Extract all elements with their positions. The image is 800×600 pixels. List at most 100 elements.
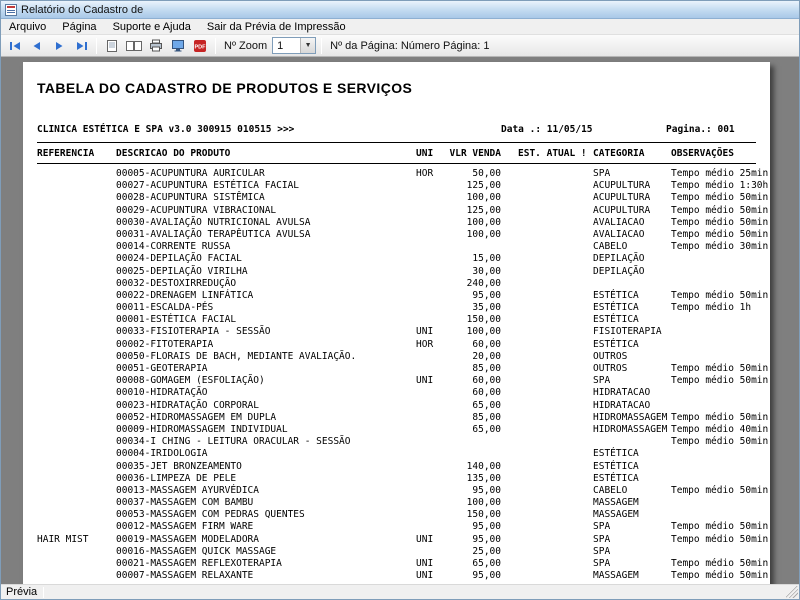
- cell-desc: 00032-DESTOXIRREDUÇÃO: [116, 277, 237, 289]
- table-row: 00016-MASSAGEM QUICK MASSAGE 25,00 SPA: [23, 546, 770, 558]
- zoom-value: 1: [277, 39, 284, 52]
- status-text: Prévia: [6, 586, 38, 598]
- cell-desc: 00033-FISIOTERAPIA - SESSÃO: [116, 326, 271, 338]
- dropdown-arrow-icon[interactable]: ▼: [300, 38, 316, 53]
- cell-cat: MASSAGEM: [593, 509, 639, 521]
- table-row: 00013-MASSAGEM AYURVÉDICA 95,00 CABELO Temp…: [23, 485, 770, 497]
- cell-cat: SPA: [593, 533, 611, 545]
- statusbar: Prévia: [1, 584, 799, 599]
- last-page-button[interactable]: [71, 37, 91, 55]
- two-page-view-button[interactable]: [124, 37, 144, 55]
- menu-pagina[interactable]: Página: [54, 20, 104, 34]
- screen-view-button[interactable]: [168, 37, 188, 55]
- cell-vlr: 135,00: [466, 472, 501, 484]
- cell-cat: ACUPULTURA: [593, 180, 651, 192]
- cell-desc: 00034-I CHING - LEITURA ORACULAR - SESSÃ…: [116, 436, 351, 448]
- screen-view-icon: [171, 39, 185, 52]
- next-page-icon: [53, 40, 65, 52]
- single-page-view-button[interactable]: [102, 37, 122, 55]
- cell-vlr: 240,00: [466, 277, 501, 289]
- column-header-descricao: DESCRICAO DO PRODUTO: [116, 148, 231, 159]
- table-row: 00004-IRIDOLOGIA ESTÉTICA: [23, 448, 770, 460]
- table-row: 00050-FLORAIS DE BACH, MEDIANTE AVALIAÇÃ…: [23, 351, 770, 363]
- cell-cat: MASSAGEM: [593, 497, 639, 509]
- zoom-label: Nº Zoom: [224, 39, 268, 52]
- resize-grip-icon[interactable]: [786, 586, 798, 598]
- cell-vlr: 95,00: [472, 570, 501, 582]
- column-header-observacoes: OBSERVAÇÕES: [671, 148, 734, 159]
- table-row: 00036-LIMPEZA DE PELE 135,00 ESTÉTICA: [23, 473, 770, 485]
- column-header-categoria: CATEGORIA: [593, 148, 645, 159]
- cell-vlr: 125,00: [466, 180, 501, 192]
- next-page-button[interactable]: [49, 37, 69, 55]
- cell-obs: Tempo médio 50min: [671, 375, 769, 387]
- cell-vlr: 125,00: [466, 204, 501, 216]
- single-page-icon: [106, 39, 118, 53]
- cell-vlr: 60,00: [472, 387, 501, 399]
- table-row: 00012-MASSAGEM FIRM WARE 95,00 SPA Tempo mé…: [23, 521, 770, 533]
- menu-arquivo[interactable]: Arquivo: [1, 20, 54, 34]
- table-row: 00023-HIDRATAÇÃO CORPORAL 65,00 HIDRATACAO: [23, 400, 770, 412]
- export-pdf-button[interactable]: PDF: [190, 37, 210, 55]
- cell-vlr: 100,00: [466, 192, 501, 204]
- cell-desc: 00031-AVALIAÇÃO TERAPÊUTICA AVULSA: [116, 228, 311, 240]
- cell-vlr: 65,00: [472, 558, 501, 569]
- cell-obs: Tempo médio 50min: [671, 533, 769, 545]
- report-page-number: Pagina.: 001: [666, 124, 735, 135]
- table-row: 00033-FISIOTERAPIA - SESSÃO UNI 100,00 FISI…: [23, 326, 770, 338]
- cell-obs: Tempo médio 25min: [671, 168, 769, 179]
- table-row: 00008-GOMAGEM (ESFOLIAÇÃO) UNI 60,00 SPA Tem…: [23, 375, 770, 387]
- cell-cat: SPA: [593, 545, 611, 557]
- table-row: 00010-HIDRATAÇÃO 60,00 HIDRATACAO: [23, 387, 770, 399]
- cell-cat: SPA: [593, 521, 611, 533]
- cell-desc: 00023-HIDRATAÇÃO CORPORAL: [116, 399, 259, 411]
- cell-desc: 00050-FLORAIS DE BACH, MEDIANTE AVALIAÇÃ…: [116, 350, 357, 362]
- cell-vlr: 65,00: [472, 423, 501, 435]
- cell-desc: 00011-ESCALDA-PÉS: [116, 302, 214, 314]
- previous-page-button[interactable]: [27, 37, 47, 55]
- table-row: 00022-DRENAGEM LINFÁTICA 95,00 ESTÉTICA Tem…: [23, 290, 770, 302]
- cell-cat: ACUPULTURA: [593, 204, 651, 216]
- table-row: 00035-JET BRONZEAMENTO 140,00 ESTÉTICA: [23, 461, 770, 473]
- cell-vlr: 95,00: [472, 289, 501, 301]
- cell-desc: 00010-HIDRATAÇÃO: [116, 387, 208, 399]
- cell-obs: Tempo médio 50min: [671, 204, 769, 216]
- cell-obs: Tempo médio 50min: [671, 436, 769, 448]
- header-rule: [37, 163, 756, 164]
- menu-sair-da-previa[interactable]: Sair da Prévia de Impressão: [199, 20, 354, 34]
- print-button[interactable]: [146, 37, 166, 55]
- zoom-select[interactable]: 1 ▼: [272, 37, 317, 54]
- table-row: 00011-ESCALDA-PÉS 35,00 ESTÉTICA Tempo médi…: [23, 302, 770, 314]
- cell-vlr: 100,00: [466, 216, 501, 228]
- cell-cat: HIDRATACAO: [593, 387, 651, 399]
- cell-cat: DEPILAÇÃO: [593, 265, 645, 277]
- menu-suporte-e-ajuda[interactable]: Suporte e Ajuda: [105, 20, 199, 34]
- column-header-vlr-venda: VLR VENDA: [449, 148, 501, 159]
- cell-desc: 00036-LIMPEZA DE PELE: [116, 472, 237, 484]
- cell-desc: 00029-ACUPUNTURA VIBRACIONAL: [116, 204, 277, 216]
- cell-desc: 00007-MASSAGEM RELAXANTE: [116, 570, 254, 582]
- cell-desc: 00001-ESTÉTICA FACIAL: [116, 314, 237, 326]
- table-row: 00037-MASSAGEM COM BAMBU 100,00 MASSAGEM: [23, 497, 770, 509]
- two-page-icon: [126, 39, 142, 53]
- cell-desc: 00004-IRIDOLOGIA: [116, 448, 208, 460]
- window-title: Relatório do Cadastro de: [21, 3, 144, 16]
- toolbar-separator: [215, 37, 216, 54]
- cell-vlr: 140,00: [466, 460, 501, 472]
- cell-obs: Tempo médio 50min: [671, 411, 769, 423]
- titlebar[interactable]: Relatório do Cadastro de: [1, 1, 799, 19]
- cell-cat: HIDROMASSAGEM: [593, 423, 668, 435]
- cell-cat: HIDROMASSAGEM: [593, 411, 668, 423]
- cell-ref: HAIR MIST: [37, 533, 89, 545]
- header-rule: [37, 142, 756, 143]
- cell-desc: 00002-FITOTERAPIA: [116, 338, 214, 350]
- cell-cat: OUTROS: [593, 350, 628, 362]
- table-row: 00052-HIDROMASSAGEM EM DUPLA 85,00 HIDROMA…: [23, 412, 770, 424]
- report-page: TABELA DO CADASTRO DE PRODUTOS E SERVIÇO…: [23, 62, 770, 584]
- first-page-button[interactable]: [5, 37, 25, 55]
- table-header-row: REFERENCIA DESCRICAO DO PRODUTO UNI VLR …: [23, 148, 770, 160]
- table-row: 00002-FITOTERAPIA HOR 60,00 ESTÉTICA: [23, 339, 770, 351]
- previous-page-icon: [31, 40, 43, 52]
- cell-cat: MASSAGEM: [593, 570, 639, 582]
- cell-vlr: 85,00: [472, 411, 501, 423]
